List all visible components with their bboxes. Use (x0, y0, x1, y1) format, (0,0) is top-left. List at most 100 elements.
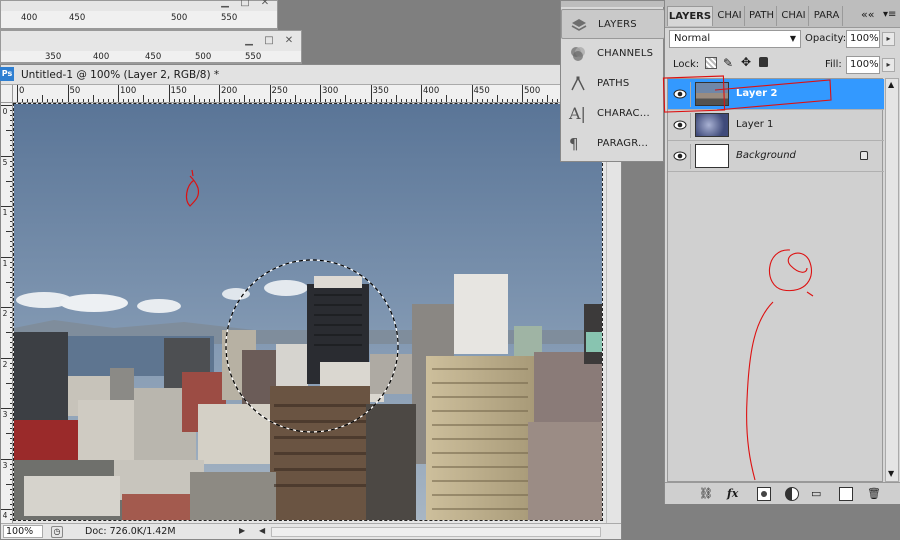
ruler-minor-tick (6, 130, 12, 132)
ruler-major-tick (1, 357, 12, 359)
tab-paragraph[interactable]: PARA (811, 6, 843, 26)
horizontal-ruler: 350 400 450 500 550 (1, 51, 301, 63)
document-info: Doc: 726.0K/1.42M (85, 526, 176, 537)
dock-item-label: LAYERS (598, 19, 637, 30)
character-icon: A| (569, 104, 586, 123)
tab-channels[interactable]: CHAI (715, 6, 745, 26)
close-icon[interactable]: ✕ (283, 35, 295, 47)
zoom-field[interactable]: 100% (3, 525, 43, 538)
ruler-minor-tick (244, 95, 246, 102)
paths-icon (569, 75, 587, 93)
dock-item-label: CHARAC... (597, 108, 650, 119)
ruler-label: 150 (170, 86, 187, 96)
dock-item-layers[interactable]: LAYERS (561, 9, 665, 39)
ruler-label: 400 (21, 13, 38, 23)
document-title: Untitled-1 @ 100% (Layer 2, RGB/8) * (21, 69, 220, 81)
ruler-label: 2 (2, 359, 8, 369)
dock-item-label: PARAGR... (597, 138, 649, 149)
chevron-down-icon: ▼ (789, 34, 796, 43)
horizontal-scrollbar[interactable] (271, 527, 601, 537)
ruler-minor-tick (193, 95, 195, 102)
ruler-major-tick (421, 85, 422, 102)
tab-paths[interactable]: PATH (747, 6, 777, 26)
ruler-major-tick (269, 85, 271, 102)
ruler-label: 500 (524, 86, 541, 96)
ruler-major-tick (118, 85, 119, 102)
opacity-input[interactable]: 100% (846, 30, 880, 48)
vertical-scrollbar[interactable] (606, 103, 621, 523)
ruler-label: 400 (423, 86, 440, 96)
panel-menu-icon[interactable]: ▾≡ (883, 9, 896, 20)
ruler-major-tick (522, 85, 523, 102)
ruler-minor-tick (6, 483, 12, 485)
tab-layers[interactable]: LAYERS (667, 6, 713, 26)
ruler-major-tick (1, 256, 12, 258)
background-document-window-1[interactable]: 400 450 500 550 ▁ □ ✕ (0, 0, 278, 30)
ruler-minor-tick (395, 95, 397, 102)
channels-icon (569, 45, 587, 63)
ruler-label: 450 (473, 86, 490, 96)
lock-all-icon[interactable] (759, 57, 768, 67)
panel-dock: LAYERS CHANNELS PATHS A| CHARAC... ¶ PAR… (560, 0, 665, 162)
minimize-icon[interactable]: ▁ (243, 35, 255, 47)
ruler-major-tick (1, 408, 12, 409)
lock-image-icon[interactable]: ✎ (723, 56, 733, 70)
horizontal-ruler: 400 450 500 550 (1, 11, 277, 29)
workspace-bottom (664, 504, 900, 540)
status-menu-icon[interactable]: ◷ (51, 526, 63, 538)
ruler-minor-tick (294, 95, 296, 102)
ruler-major-tick (320, 85, 321, 102)
dock-item-paths[interactable]: PATHS (561, 69, 665, 99)
collapse-arrows-icon[interactable]: «« (861, 8, 874, 21)
red-annotation-mark (185, 169, 200, 207)
blend-mode-select[interactable]: Normal ▼ (669, 30, 801, 48)
ruler-label: 200 (221, 86, 238, 96)
lock-position-icon[interactable]: ✥ (741, 55, 751, 69)
opacity-slider-arrow-icon[interactable]: ▸ (882, 32, 895, 46)
image-canvas[interactable] (13, 103, 603, 521)
ruler-label: 250 (271, 86, 288, 96)
dock-item-channels[interactable]: CHANNELS (561, 39, 665, 69)
ruler-label: 550 (221, 13, 238, 23)
blend-mode-value: Normal (674, 33, 711, 44)
ruler-minor-tick (6, 281, 12, 283)
document-title-bar[interactable]: Ps Untitled-1 @ 100% (Layer 2, RGB/8) * (0, 65, 621, 85)
ruler-label: 100 (120, 86, 137, 96)
dock-item-label: PATHS (597, 78, 630, 89)
ruler-corner (1, 85, 13, 103)
lock-transparent-icon[interactable] (705, 57, 717, 69)
ruler-major-tick (1, 509, 12, 510)
ruler-minor-tick (6, 332, 12, 334)
ruler-label: 550 (245, 52, 262, 62)
opacity-label: Opacity: (805, 33, 847, 44)
ruler-major-tick (370, 85, 372, 102)
lock-label: Lock: (673, 59, 700, 70)
dock-grip[interactable] (561, 1, 665, 7)
maximize-icon[interactable]: □ (263, 35, 275, 47)
ruler-label: 1 (2, 208, 8, 217)
scroll-left-icon[interactable]: ◀ (259, 526, 265, 535)
maximize-icon[interactable]: □ (239, 0, 251, 9)
ruler-major-tick (67, 85, 69, 102)
ruler-label: 450 (145, 52, 162, 62)
background-document-window-2[interactable]: ▁ □ ✕ 350 400 450 500 550 (0, 30, 302, 64)
ruler-label: 5 (2, 157, 8, 167)
ruler-label: 3 (2, 410, 8, 419)
close-icon[interactable]: ✕ (259, 0, 271, 9)
ruler-label: 0 (19, 86, 25, 96)
fill-label: Fill: (825, 59, 842, 70)
ruler-label: 3 (2, 460, 8, 470)
ruler-minor-tick (92, 95, 94, 102)
horizontal-ruler: 050100150200250300350400450500550 (13, 85, 621, 103)
ruler-major-tick (17, 85, 18, 102)
layers-panel: LAYERS CHAI PATH CHAI PARA «« ▾≡ Normal … (662, 0, 900, 504)
ruler-major-tick (219, 85, 220, 102)
minimize-icon[interactable]: ▁ (219, 0, 231, 9)
ruler-label: 500 (171, 13, 188, 23)
dock-item-paragraph[interactable]: ¶ PARAGR... (561, 129, 665, 159)
tab-character[interactable]: CHAI (779, 6, 809, 26)
dock-item-character[interactable]: A| CHARAC... (561, 99, 665, 129)
ruler-label: 1 (2, 258, 8, 268)
document-window[interactable]: Ps Untitled-1 @ 100% (Layer 2, RGB/8) * … (0, 64, 622, 540)
status-arrow-icon[interactable]: ▶ (239, 526, 245, 535)
